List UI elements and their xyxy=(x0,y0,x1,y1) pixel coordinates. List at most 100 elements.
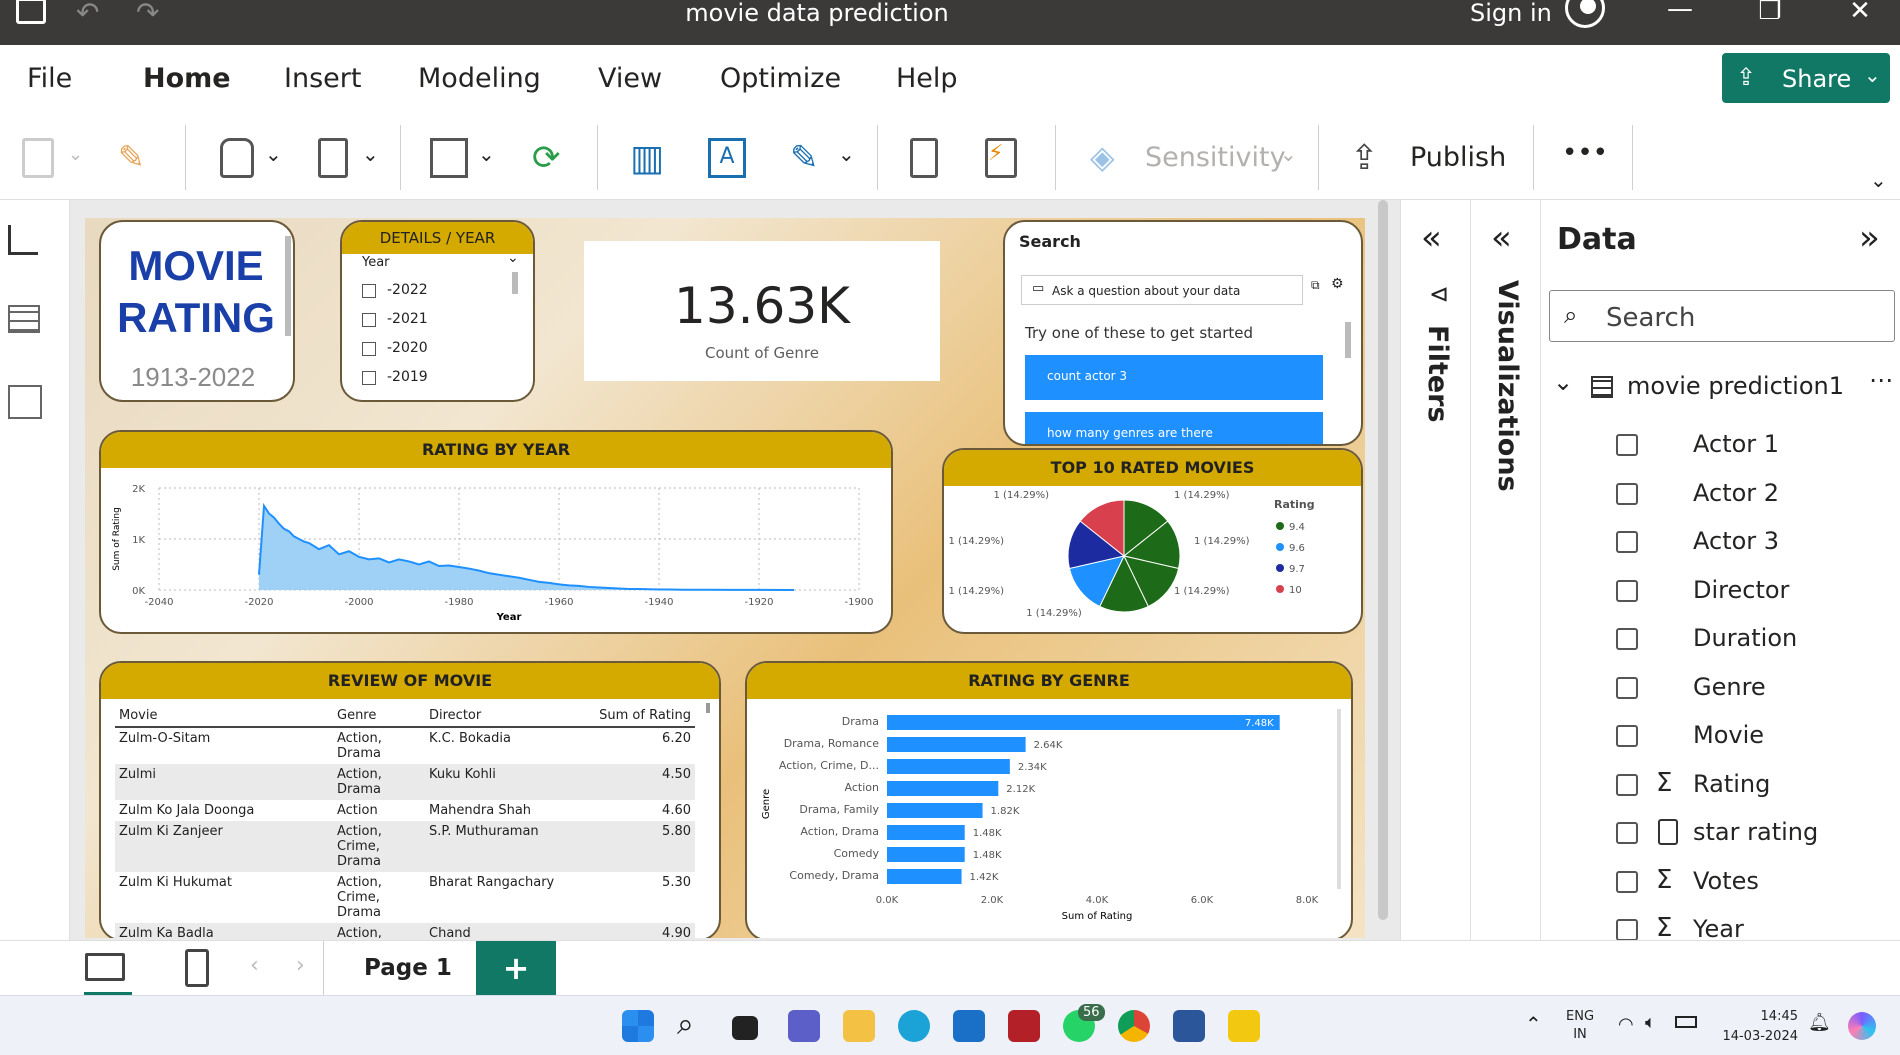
field-actor-3[interactable]: Actor 3 xyxy=(1616,525,1896,563)
menu-view[interactable]: View xyxy=(598,63,662,94)
chevron-down-icon[interactable]: ⌄ xyxy=(265,142,282,166)
quick-measure-icon[interactable]: ⚡ xyxy=(985,138,1017,178)
chevron-down-icon[interactable]: ⌄ xyxy=(1870,168,1887,192)
edge-icon[interactable] xyxy=(898,1010,930,1042)
format-painter-icon[interactable]: ✎ xyxy=(118,138,158,178)
table-row[interactable]: Zulm Ki Hukumat Action, Crime, Drama Bhara… xyxy=(115,872,695,923)
chevron-down-icon[interactable]: ⌄ xyxy=(362,142,379,166)
get-data-icon[interactable] xyxy=(220,138,254,178)
checkbox[interactable] xyxy=(1616,773,1638,796)
media-icon[interactable] xyxy=(1008,1010,1040,1042)
qa-input[interactable]: ▭ Ask a question about your data xyxy=(1021,275,1303,305)
field-votes[interactable]: Σ Votes xyxy=(1616,865,1896,903)
table-row[interactable]: Zulm Ka Badla Action, Chand 4.90 xyxy=(115,923,695,938)
start-icon[interactable] xyxy=(622,1010,654,1042)
field-star-rating[interactable]: star rating xyxy=(1616,816,1896,854)
menu-modeling[interactable]: Modeling xyxy=(418,63,541,94)
table-row[interactable]: Zulmi Action, Drama Kuku Kohli 4.50 xyxy=(115,764,695,800)
qa-suggestion[interactable]: how many genres are there xyxy=(1025,412,1323,444)
scrollbar[interactable] xyxy=(512,272,518,294)
report-view-icon[interactable] xyxy=(8,225,38,255)
word-icon[interactable] xyxy=(1173,1010,1205,1042)
checkbox[interactable] xyxy=(1616,870,1638,893)
chevron-down-icon[interactable]: ⌄ xyxy=(478,142,495,166)
visualizations-label[interactable]: Visualizations xyxy=(1492,280,1523,492)
checkbox[interactable] xyxy=(1616,579,1638,602)
chevron-down-icon[interactable]: ⌄ xyxy=(507,250,519,266)
field-director[interactable]: Director xyxy=(1616,574,1896,612)
field-movie[interactable]: Movie xyxy=(1616,719,1896,757)
mobile-layout-icon[interactable] xyxy=(185,949,209,987)
checkbox[interactable] xyxy=(1616,919,1638,941)
scrollbar[interactable] xyxy=(1345,322,1351,358)
prev-page-icon[interactable]: ‹ xyxy=(250,953,259,978)
sign-in-link[interactable]: Sign in xyxy=(1470,0,1552,26)
field-rating[interactable]: Σ Rating xyxy=(1616,768,1896,806)
collapse-data-icon[interactable]: » xyxy=(1859,218,1880,258)
more-visuals-icon[interactable]: ✎ xyxy=(790,138,830,178)
wifi-icon[interactable]: ◠ xyxy=(1618,1014,1634,1035)
recent-sources-icon[interactable] xyxy=(318,138,348,178)
scrollbar[interactable] xyxy=(706,703,710,713)
new-measure-icon[interactable] xyxy=(910,138,938,178)
publish-button[interactable]: Publish xyxy=(1410,142,1506,173)
sensitivity-button[interactable]: Sensitivity xyxy=(1145,142,1286,173)
field-actor-1[interactable]: Actor 1 xyxy=(1616,428,1896,466)
table-node[interactable]: ⌄ movie prediction1 ⋯ xyxy=(1553,366,1893,412)
publish-icon[interactable]: ⇪ xyxy=(1350,138,1390,178)
expand-visualizations-icon[interactable]: « xyxy=(1491,218,1512,258)
page-tab[interactable]: Page 1 xyxy=(364,955,452,981)
more-options-icon[interactable]: ⋯ xyxy=(1869,366,1893,394)
next-page-icon[interactable]: › xyxy=(296,953,305,978)
menu-home[interactable]: Home xyxy=(143,63,231,94)
checkbox[interactable] xyxy=(1616,434,1638,456)
field-duration[interactable]: Duration xyxy=(1616,622,1896,660)
column-header[interactable]: Movie xyxy=(115,705,333,728)
chevron-down-icon[interactable]: ⌄ xyxy=(68,144,83,165)
notification-bell-icon[interactable]: 🔔︎ xyxy=(1808,1012,1831,1033)
expand-filters-icon[interactable]: « xyxy=(1421,218,1442,258)
qa-suggestion[interactable]: count actor 3 xyxy=(1025,355,1323,400)
add-page-button[interactable]: + xyxy=(476,941,556,996)
battery-icon[interactable] xyxy=(1675,1016,1697,1028)
gear-icon[interactable]: ⚙ xyxy=(1331,276,1344,292)
task-view-icon[interactable] xyxy=(732,1016,758,1040)
canvas-scrollbar[interactable] xyxy=(1378,200,1388,920)
search-input[interactable]: ⌕ Search xyxy=(1549,290,1895,342)
menu-file[interactable]: File xyxy=(27,63,72,94)
table-row[interactable]: Zulm-O-Sitam Action, Drama K.C. Bokadia 6.2… xyxy=(115,727,695,764)
menu-optimize[interactable]: Optimize xyxy=(720,63,841,94)
scrollbar[interactable] xyxy=(285,236,291,336)
checkbox[interactable] xyxy=(1616,822,1638,844)
field-genre[interactable]: Genre xyxy=(1616,671,1896,709)
checkbox[interactable] xyxy=(1616,531,1638,553)
volume-icon[interactable]: 🔈︎ xyxy=(1645,1012,1656,1033)
checkbox[interactable] xyxy=(1616,482,1638,505)
refresh-icon[interactable]: ⟳ xyxy=(532,138,572,178)
table-row[interactable]: Zulm Ko Jala Doonga Action Mahendra Shah 4.… xyxy=(115,800,695,821)
chevron-down-icon[interactable]: ⌄ xyxy=(838,142,855,166)
teams-icon[interactable] xyxy=(788,1010,820,1042)
search-icon[interactable]: ⌕ xyxy=(677,1010,709,1042)
text-box-icon[interactable]: A xyxy=(708,138,746,178)
chevron-up-icon[interactable]: ⌃ xyxy=(1525,1012,1542,1036)
checkbox[interactable] xyxy=(1616,676,1638,699)
language-indicator[interactable]: ENG IN xyxy=(1566,1008,1594,1044)
menu-help[interactable]: Help xyxy=(896,63,958,94)
chevron-down-icon[interactable]: ⌄ xyxy=(1280,142,1297,166)
paste-icon[interactable] xyxy=(22,138,54,178)
column-header[interactable]: Director xyxy=(425,705,577,728)
model-view-icon[interactable] xyxy=(8,385,42,419)
menu-insert[interactable]: Insert xyxy=(284,63,361,94)
sensitivity-icon[interactable]: ◈ xyxy=(1090,138,1130,178)
table-view-icon[interactable] xyxy=(8,305,40,333)
filters-label[interactable]: Filters xyxy=(1422,325,1453,423)
copy-icon[interactable]: ⧉ xyxy=(1311,278,1320,293)
share-button[interactable]: ⇪ Share ⌄ xyxy=(1722,53,1890,103)
chrome-icon[interactable] xyxy=(1118,1010,1150,1042)
column-header[interactable]: Genre xyxy=(333,705,425,728)
new-visual-icon[interactable]: ▥ xyxy=(630,138,670,179)
field-actor-2[interactable]: Actor 2 xyxy=(1616,477,1896,515)
file-explorer-icon[interactable] xyxy=(843,1010,875,1042)
clock[interactable]: 14:45 14-03-2024 xyxy=(1718,1007,1798,1047)
